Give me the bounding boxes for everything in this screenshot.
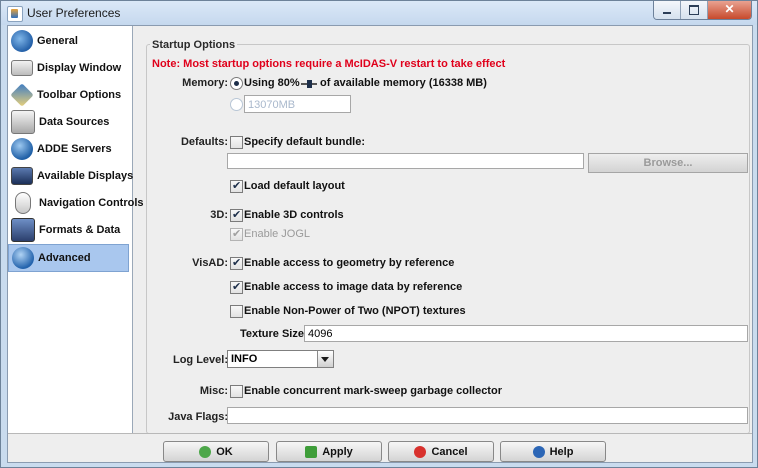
sidebar-item-label: Advanced [38, 252, 91, 264]
geometry-by-reference-label: Enable access to geometry by reference [244, 257, 455, 269]
mouse-icon [15, 192, 31, 214]
three-d-label: 3D: [210, 209, 228, 221]
sidebar-item-available-displays[interactable]: Available Displays [8, 163, 133, 189]
cancel-icon [414, 445, 427, 458]
sidebar-item-advanced[interactable]: Advanced [8, 244, 129, 272]
monitor-icon [11, 167, 33, 185]
advanced-panel: Startup Options Note: Most startup optio… [138, 34, 750, 434]
apply-icon [305, 445, 318, 458]
slider-icon[interactable] [301, 80, 317, 88]
memory-percent-label-start: Using 80% [244, 77, 300, 89]
memory-custom-radio[interactable] [230, 98, 243, 111]
sidebar-item-general[interactable]: General [8, 28, 129, 54]
texture-size-label: Texture Size: [240, 328, 308, 340]
texture-size-input[interactable]: 4096 [304, 325, 748, 342]
log-level-value: INFO [231, 353, 258, 365]
load-default-layout-checkbox[interactable] [230, 179, 243, 193]
npot-textures-label: Enable Non-Power of Two (NPOT) textures [244, 305, 466, 317]
npot-textures-checkbox[interactable] [230, 305, 243, 318]
enable-3d-checkbox[interactable] [230, 208, 243, 222]
image-by-reference-checkbox[interactable] [230, 280, 243, 294]
globe-icon [11, 30, 33, 52]
formats-icon [11, 218, 35, 242]
image-by-reference-label: Enable access to image data by reference [244, 281, 463, 293]
java-flags-label: Java Flags: [168, 411, 228, 423]
group-title: Startup Options [150, 39, 238, 51]
app-icon [7, 6, 23, 22]
sidebar-item-label: Formats & Data [39, 224, 121, 236]
sidebar-item-label: Display Window [37, 62, 122, 74]
geometry-by-reference-checkbox[interactable] [230, 256, 243, 270]
sidebar-item-adde-servers[interactable]: ADDE Servers [8, 136, 129, 162]
toolbar-icon [10, 83, 34, 107]
dialog-footer: OK Apply Cancel Help [8, 433, 752, 463]
check-icon [199, 445, 212, 458]
memory-label: Memory: [182, 77, 228, 89]
sidebar-item-label: Navigation Controls [39, 197, 144, 209]
title-bar[interactable]: User Preferences [1, 1, 757, 25]
enable-jogl-label: Enable JOGL [244, 228, 311, 240]
sidebar-item-toolbar-options[interactable]: Toolbar Options [8, 82, 129, 108]
apply-button[interactable]: Apply [276, 441, 382, 462]
apply-label: Apply [322, 445, 353, 458]
window-icon [11, 60, 33, 76]
concurrent-gc-label: Enable concurrent mark-sweep garbage col… [244, 385, 502, 397]
maximize-icon[interactable] [681, 1, 708, 19]
help-icon [532, 445, 545, 458]
ok-button[interactable]: OK [163, 441, 269, 462]
chevron-down-icon[interactable] [317, 351, 333, 367]
log-level-select[interactable]: INFO [227, 350, 334, 368]
globe-icon [12, 247, 34, 269]
default-bundle-path-input[interactable] [227, 153, 584, 169]
misc-label: Misc: [199, 385, 228, 397]
memory-percent-radio[interactable] [230, 77, 243, 90]
preferences-sidebar: General Display Window Toolbar Options D… [8, 26, 144, 433]
cancel-button[interactable]: Cancel [388, 441, 494, 462]
defaults-label: Defaults: [180, 136, 228, 148]
sidebar-item-label: ADDE Servers [37, 143, 112, 155]
sidebar-item-label: General [37, 35, 78, 47]
java-flags-input[interactable] [227, 407, 748, 424]
memory-custom-input[interactable]: 13070MB [244, 95, 351, 113]
visad-label: VisAD: [192, 257, 228, 269]
help-label: Help [549, 445, 574, 458]
dialog-body: General Display Window Toolbar Options D… [7, 25, 753, 463]
concurrent-gc-checkbox[interactable] [230, 385, 243, 398]
server-globe-icon [11, 138, 33, 160]
close-icon[interactable] [708, 1, 751, 19]
memory-percent-label-end: of available memory (16338 MB) [320, 77, 487, 89]
default-bundle-checkbox[interactable] [230, 136, 243, 149]
sidebar-item-label: Data Sources [39, 116, 110, 128]
default-bundle-label: Specify default bundle: [244, 136, 366, 148]
log-level-label: Log Level: [172, 354, 228, 366]
enable-3d-label: Enable 3D controls [244, 209, 344, 221]
enable-jogl-checkbox[interactable] [230, 227, 243, 241]
data-sources-icon [11, 110, 35, 134]
restart-note: Note: Most startup options require a McI… [152, 58, 506, 70]
help-button[interactable]: Help [500, 441, 606, 462]
sidebar-item-formats-data[interactable]: Formats & Data [8, 217, 129, 243]
minimize-icon[interactable] [654, 1, 681, 19]
sidebar-item-label: Toolbar Options [37, 89, 122, 101]
sidebar-item-navigation-controls[interactable]: Navigation Controls [8, 190, 144, 216]
ok-label: OK [216, 445, 233, 458]
sidebar-item-data-sources[interactable]: Data Sources [8, 109, 129, 135]
load-default-layout-label: Load default layout [244, 180, 345, 192]
browse-button[interactable]: Browse... [588, 153, 748, 173]
window-controls [653, 1, 752, 20]
window-title: User Preferences [27, 6, 121, 20]
cancel-label: Cancel [431, 445, 468, 458]
sidebar-item-display-window[interactable]: Display Window [8, 55, 129, 81]
preferences-window: User Preferences General Display Window … [0, 0, 758, 468]
sidebar-item-label: Available Displays [37, 170, 134, 182]
